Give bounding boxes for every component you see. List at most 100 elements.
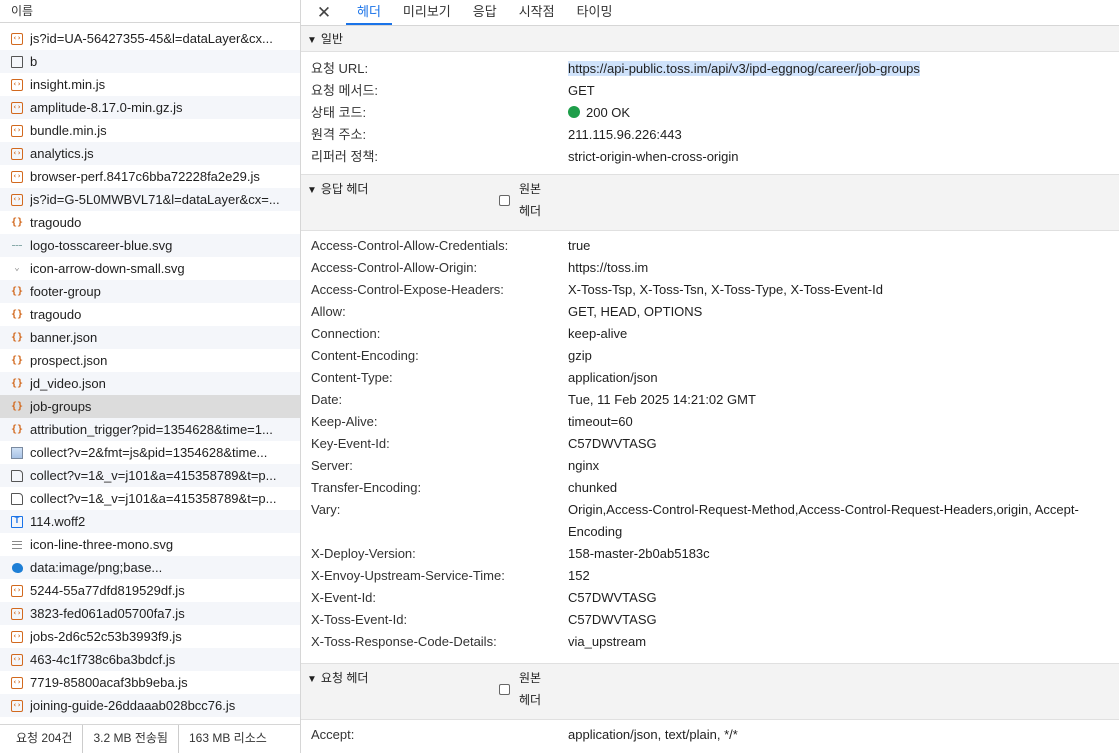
fetch-icon: {} bbox=[10, 309, 24, 320]
request-row[interactable]: ‹› js?id=UA-56427355-45&l=dataLayer&cx... bbox=[0, 27, 300, 50]
header-row: Access-Control-Allow-Credentials: true bbox=[301, 235, 1119, 257]
request-name: collect?v=1&_v=j101&a=415358789&t=p... bbox=[30, 468, 277, 483]
header-key: Accept: bbox=[311, 727, 355, 742]
header-row: Connection: keep-alive bbox=[301, 323, 1119, 345]
tab-4[interactable]: 타이밍 bbox=[566, 0, 624, 25]
request-name: banner.json bbox=[30, 330, 98, 345]
request-row[interactable]: ⌄ icon-arrow-down-small.svg bbox=[0, 257, 300, 280]
script-icon: ‹› bbox=[11, 124, 23, 137]
tab-2[interactable]: 응답 bbox=[462, 0, 508, 25]
close-icon[interactable]: ✕ bbox=[313, 0, 335, 25]
header-value[interactable]: C57DWVTASG bbox=[568, 587, 657, 609]
request-row[interactable]: collect?v=1&_v=j101&a=415358789&t=p... bbox=[0, 464, 300, 487]
request-row[interactable]: collect?v=2&fmt=js&pid=1354628&time... bbox=[0, 441, 300, 464]
header-value[interactable]: 152 bbox=[568, 565, 590, 587]
general-section-header[interactable]: ▼ 일반 bbox=[301, 26, 1119, 52]
header-value[interactable]: GET, HEAD, OPTIONS bbox=[568, 301, 702, 323]
request-row[interactable]: icon-line-three-mono.svg bbox=[0, 533, 300, 556]
request-row[interactable]: {} tragoudo bbox=[0, 303, 300, 326]
raw-request-headers-checkbox[interactable] bbox=[499, 683, 510, 695]
header-row: X-Toss-Event-Id: C57DWVTASG bbox=[301, 609, 1119, 631]
script-icon: ‹› bbox=[11, 584, 23, 597]
response-headers-title: 응답 헤더 bbox=[320, 182, 369, 196]
header-value[interactable]: 158-master-2b0ab5183c bbox=[568, 543, 710, 565]
request-list: ‹› js?id=UA-56427355-45&l=dataLayer&cx...… bbox=[0, 27, 300, 717]
general-rows: 요청 URL: https://api-public.toss.im/api/v3… bbox=[301, 58, 1119, 168]
request-row[interactable]: T 114.woff2 bbox=[0, 510, 300, 533]
raw-headers-checkbox[interactable] bbox=[499, 194, 510, 206]
request-row[interactable]: ‹› jobs-2d6c52c53b3993f9.js bbox=[0, 625, 300, 648]
header-value[interactable]: application/json, text/plain, */* bbox=[568, 724, 738, 746]
request-row[interactable]: logo-tosscareer-blue.svg bbox=[0, 234, 300, 257]
header-row: X-Deploy-Version: 158-master-2b0ab5183c bbox=[301, 543, 1119, 565]
header-value[interactable]: via_upstream bbox=[568, 631, 646, 653]
page-icon bbox=[11, 492, 23, 505]
request-row[interactable]: ‹› browser-perf.8417c6bba72228fa2e29.js bbox=[0, 165, 300, 188]
request-headers-section-header[interactable]: ▼ 요청 헤더 원본 헤더 bbox=[301, 663, 1119, 720]
request-row[interactable]: {} attribution_trigger?pid=1354628&time=1… bbox=[0, 418, 300, 441]
request-row[interactable]: {} prospect.json bbox=[0, 349, 300, 372]
request-row[interactable]: data:image/png;base... bbox=[0, 556, 300, 579]
lines-icon bbox=[11, 539, 23, 551]
header-value[interactable]: GET bbox=[568, 80, 595, 102]
request-count: 요청 204건 bbox=[16, 725, 84, 753]
request-row[interactable]: ‹› 7719-85800acaf3bb9eba.js bbox=[0, 671, 300, 694]
tab-0[interactable]: 헤더 bbox=[346, 0, 392, 25]
request-row[interactable]: {} tragoudo bbox=[0, 211, 300, 234]
raw-request-headers-label: 원본 헤더 bbox=[519, 671, 542, 707]
request-row[interactable]: ‹› 3823-fed061ad05700fa7.js bbox=[0, 602, 300, 625]
name-column-header[interactable]: 이름 bbox=[0, 0, 300, 23]
fetch-icon: {} bbox=[10, 286, 24, 297]
request-row[interactable]: ‹› insight.min.js bbox=[0, 73, 300, 96]
request-name: prospect.json bbox=[30, 353, 108, 368]
header-value[interactable]: timeout=60 bbox=[568, 411, 633, 433]
header-value[interactable]: Origin,Access-Control-Request-Method,Acc… bbox=[568, 499, 1088, 543]
request-url-value[interactable]: https://api-public.toss.im/api/v3/ipd-eg… bbox=[568, 61, 920, 76]
header-value[interactable]: https://toss.im bbox=[568, 257, 648, 279]
header-value[interactable]: C57DWVTASG bbox=[568, 433, 657, 455]
request-list-panel: 이름 ‹› js?id=UA-56427355-45&l=dataLayer&cx… bbox=[0, 0, 301, 753]
request-row[interactable]: b bbox=[0, 50, 300, 73]
resources-size: 163 MB 리소스 bbox=[188, 731, 267, 745]
request-row[interactable]: collect?v=1&_v=j101&a=415358789&t=p... bbox=[0, 487, 300, 510]
request-row[interactable]: ‹› bundle.min.js bbox=[0, 119, 300, 142]
tab-3[interactable]: 시작점 bbox=[508, 0, 566, 25]
header-key: Access-Control-Expose-Headers: bbox=[311, 282, 504, 297]
header-row: X-Event-Id: C57DWVTASG bbox=[301, 587, 1119, 609]
header-value[interactable]: C57DWVTASG bbox=[568, 609, 657, 631]
request-row[interactable]: ‹› analytics.js bbox=[0, 142, 300, 165]
request-name: footer-group bbox=[30, 284, 101, 299]
header-value[interactable]: X-Toss-Tsp, X-Toss-Tsn, X-Toss-Type, X-T… bbox=[568, 279, 883, 301]
request-row[interactable]: ‹› 463-4c1f738c6ba3bdcf.js bbox=[0, 648, 300, 671]
request-name: analytics.js bbox=[30, 146, 94, 161]
header-value[interactable]: 200 OK bbox=[568, 102, 630, 124]
header-row: Accept: application/json, text/plain, */* bbox=[301, 724, 1119, 746]
request-name: job-groups bbox=[30, 399, 92, 414]
request-name: amplitude-8.17.0-min.gz.js bbox=[30, 100, 183, 115]
request-row[interactable]: ‹› joining-guide-26ddaaab028bcc76.js bbox=[0, 694, 300, 717]
header-key: X-Deploy-Version: bbox=[311, 546, 416, 561]
request-row[interactable]: ‹› 5244-55a77dfd819529df.js bbox=[0, 579, 300, 602]
header-value[interactable]: nginx bbox=[568, 455, 599, 477]
header-value[interactable]: Tue, 11 Feb 2025 14:21:02 GMT bbox=[568, 389, 756, 411]
response-headers-section-header[interactable]: ▼ 응답 헤더 원본 헤더 bbox=[301, 174, 1119, 231]
tab-1[interactable]: 미리보기 bbox=[392, 0, 462, 25]
header-value[interactable]: chunked bbox=[568, 477, 617, 499]
header-row: 상태 코드: 200 OK bbox=[301, 102, 1119, 124]
header-value[interactable]: strict-origin-when-cross-origin bbox=[568, 146, 739, 168]
header-value[interactable]: keep-alive bbox=[568, 323, 627, 345]
header-value[interactable]: true bbox=[568, 235, 590, 257]
header-value[interactable]: gzip bbox=[568, 345, 592, 367]
request-row[interactable]: {} job-groups bbox=[0, 395, 300, 418]
request-row[interactable]: {} footer-group bbox=[0, 280, 300, 303]
script-icon: ‹› bbox=[11, 653, 23, 666]
header-value[interactable]: https://api-public.toss.im/api/v3/ipd-eg… bbox=[568, 58, 920, 80]
request-row[interactable]: {} jd_video.json bbox=[0, 372, 300, 395]
header-value[interactable]: 211.115.96.226:443 bbox=[568, 124, 682, 146]
general-section-title: 일반 bbox=[320, 32, 343, 46]
request-row[interactable]: ‹› js?id=G-5L0MWBVL71&l=dataLayer&cx=... bbox=[0, 188, 300, 211]
header-value[interactable]: application/json bbox=[568, 367, 658, 389]
request-row[interactable]: {} banner.json bbox=[0, 326, 300, 349]
request-row[interactable]: ‹› amplitude-8.17.0-min.gz.js bbox=[0, 96, 300, 119]
collapse-triangle-icon: ▼ bbox=[307, 674, 317, 685]
